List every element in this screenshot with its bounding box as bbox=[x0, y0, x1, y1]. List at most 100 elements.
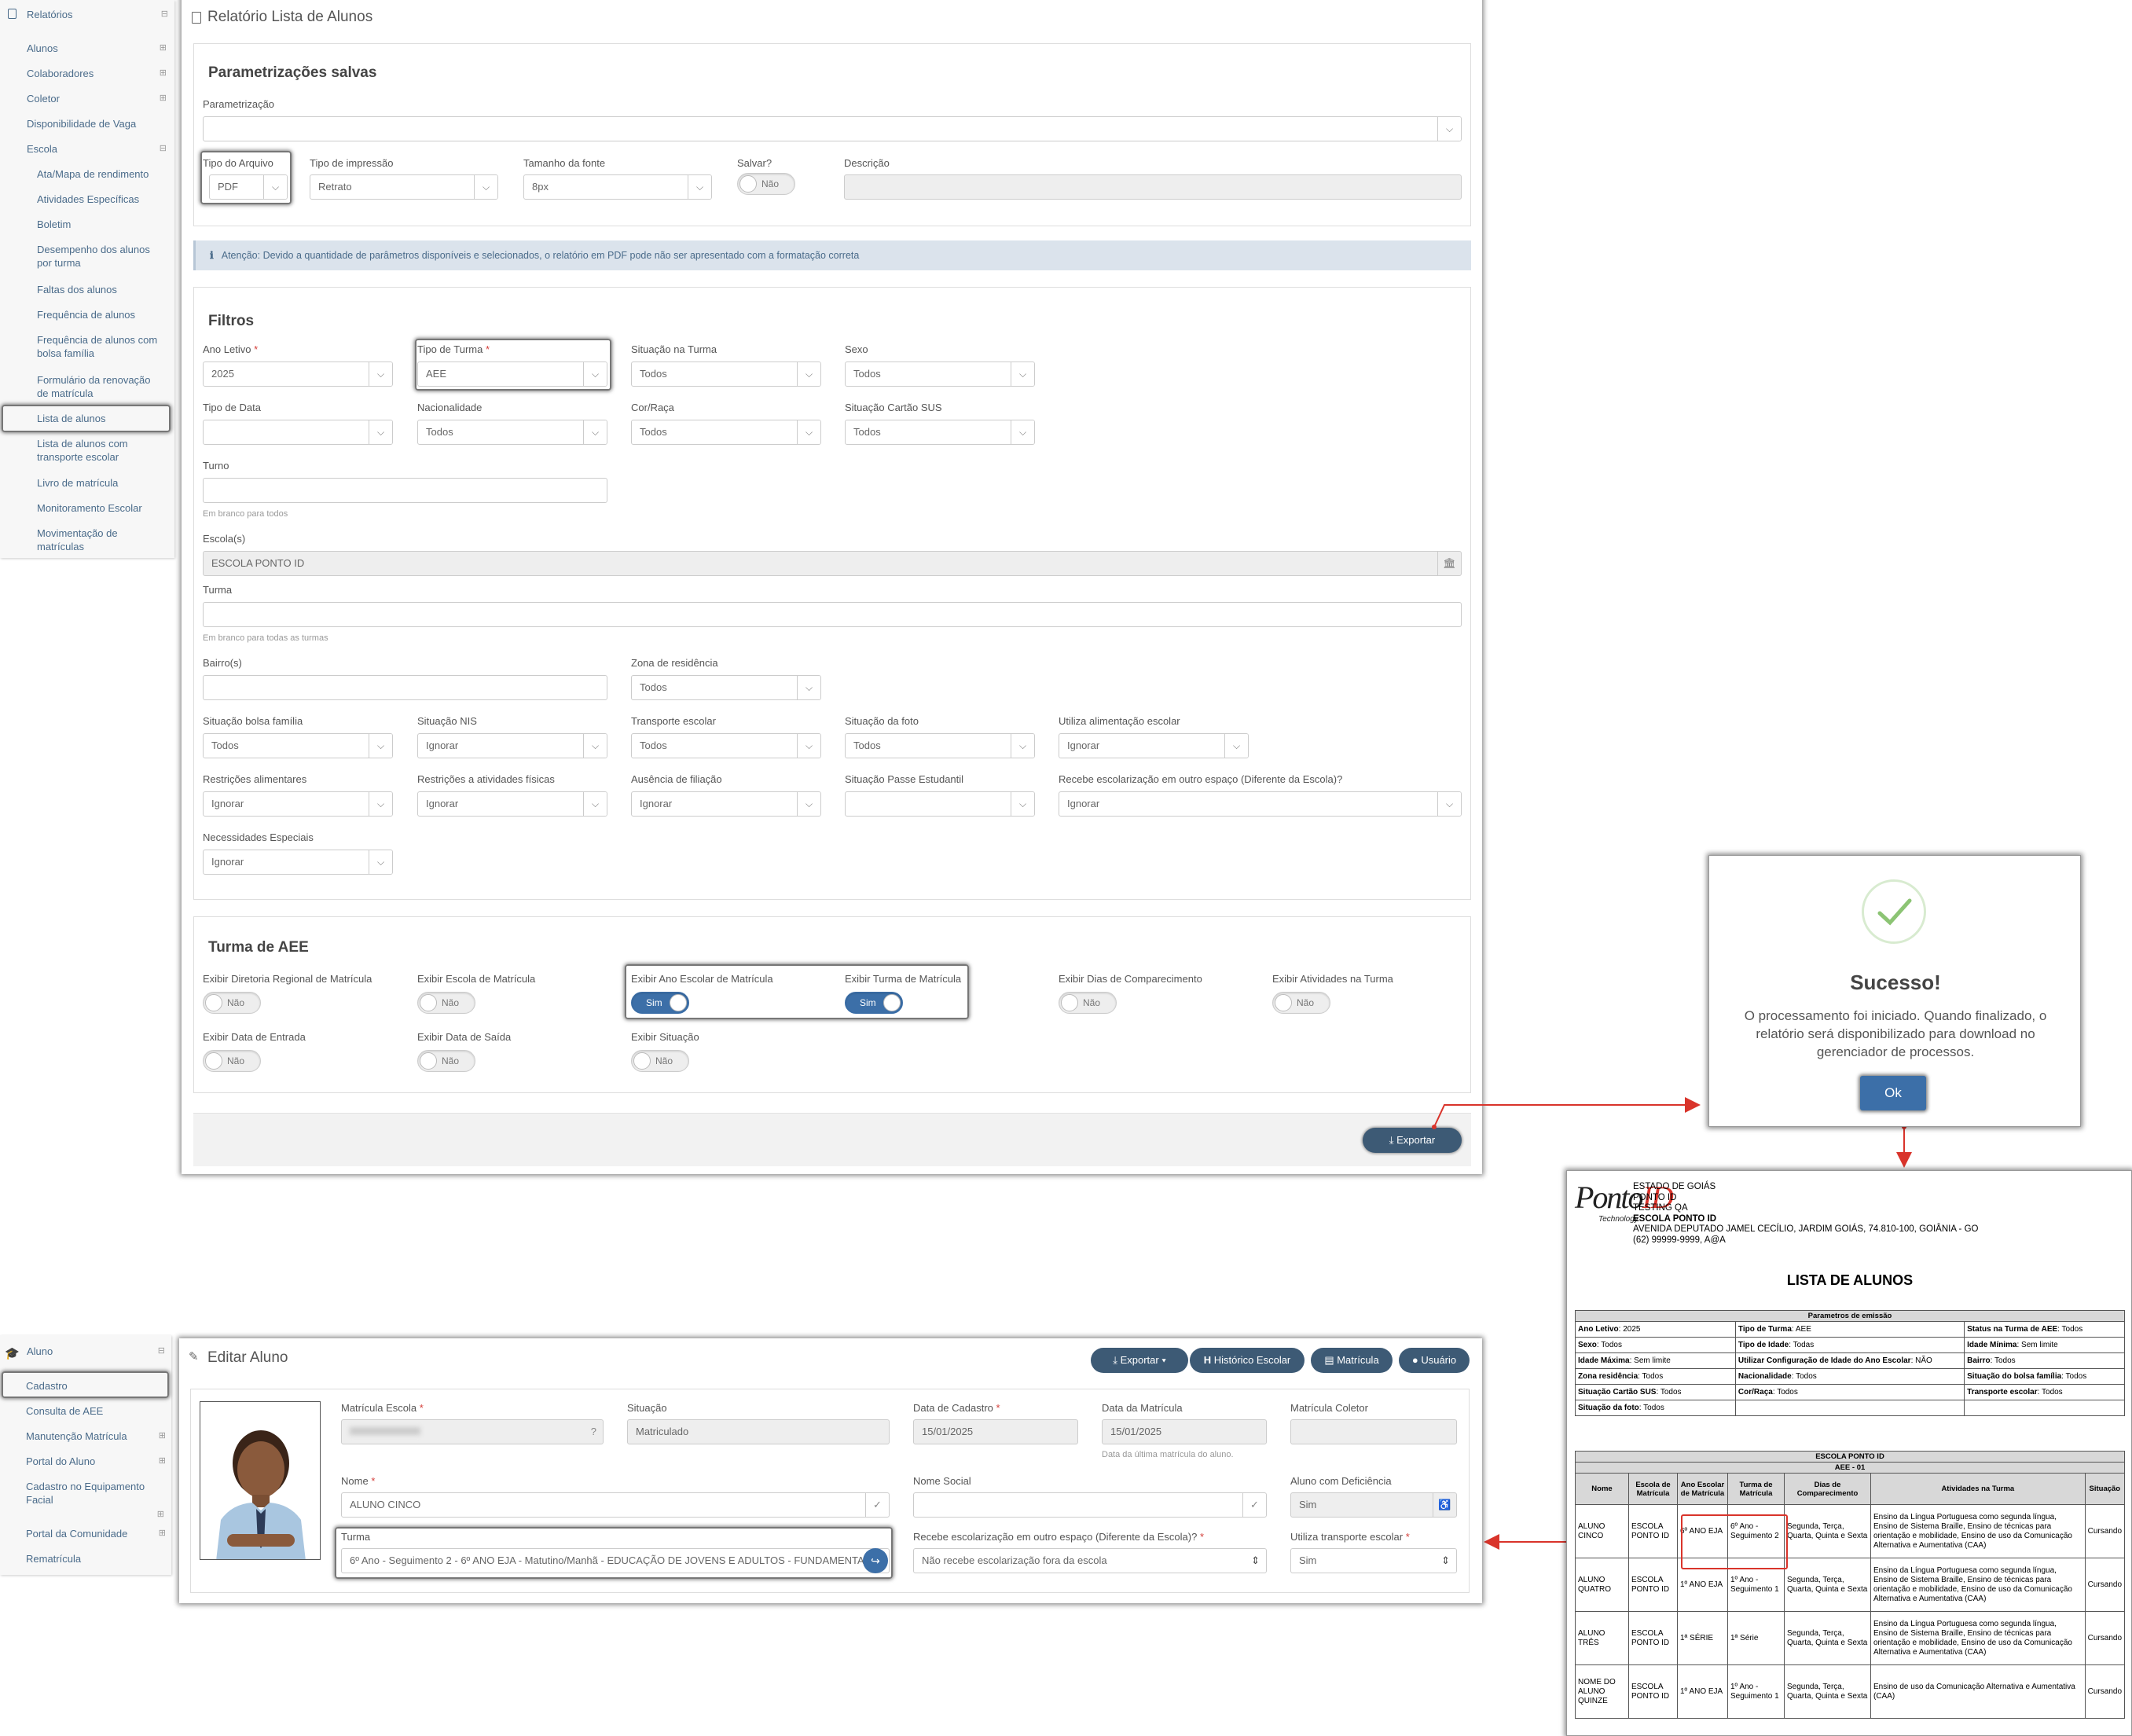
wheelchair-icon[interactable]: ♿ bbox=[1433, 1493, 1456, 1517]
param-cell: Situação Cartão SUS: Todos bbox=[1575, 1384, 1736, 1400]
student-sidebar: 🎓 Aluno ⊟ Cadastro Consulta de AEE Manute… bbox=[0, 1335, 171, 1575]
data-matricula-label: Data da Matrícula bbox=[1102, 1402, 1183, 1414]
share-icon[interactable]: ↪ bbox=[863, 1548, 888, 1573]
modal-title: Sucesso! bbox=[1850, 971, 1941, 994]
table-row: ALUNO CINCO ESCOLA PONTO ID 6º ANO EJA 6º A… bbox=[1575, 1504, 2126, 1558]
deficiencia-label: Aluno com Deficiência bbox=[1290, 1475, 1392, 1487]
params-title: Parametros de emissão bbox=[1575, 1310, 2125, 1322]
table-cell: Segunda, Terça, Quarta, Quinta e Sexta bbox=[1784, 1611, 1871, 1665]
param-cell: Tipo de Turma: AEE bbox=[1734, 1321, 1965, 1338]
header-line: ESTADO DE GOIÁS bbox=[1633, 1182, 1716, 1191]
param-cell: Idade Mínima: Sem limite bbox=[1964, 1337, 2125, 1353]
sidebar-root-aluno[interactable]: Aluno ⊟ bbox=[27, 1345, 165, 1358]
sidebar-item-facial[interactable]: Cadastro no Equipamento Facial bbox=[26, 1480, 160, 1507]
report-header: ESTADO DE GOIÁS PONTO ID TESTING QA ESCO… bbox=[1633, 1182, 1978, 1246]
highlight-report-cells bbox=[1681, 1514, 1788, 1569]
table-cell: ALUNO TRÊS bbox=[1575, 1611, 1629, 1665]
success-modal: Sucesso! O processamento foi iniciado. Q… bbox=[1708, 855, 2081, 1127]
param-cell: Utilizar Configuração de Idade do Ano Es… bbox=[1734, 1352, 1965, 1369]
class-row: AEE - 01 bbox=[1575, 1462, 2125, 1474]
table-cell: Segunda, Terça, Quarta, Quinta e Sexta bbox=[1784, 1664, 1871, 1719]
deficiencia-input[interactable]: Sim ♿ bbox=[1290, 1492, 1457, 1518]
nome-input[interactable]: ALUNO CINCO ✓ bbox=[341, 1492, 890, 1518]
h-icon: H bbox=[1203, 1354, 1214, 1366]
student-photo bbox=[200, 1401, 321, 1560]
transporte-edit-label: Utiliza transporte escolar * bbox=[1290, 1531, 1410, 1543]
matricula-button[interactable]: ▤ Matrícula bbox=[1311, 1348, 1393, 1373]
report-title: LISTA DE ALUNOS bbox=[1786, 1272, 1914, 1288]
edit-export-button[interactable]: ⤓ Exportar ▾ bbox=[1091, 1348, 1188, 1373]
table-cell: ALUNO QUATRO bbox=[1575, 1558, 1629, 1612]
data-matricula-input[interactable]: 15/01/2025 bbox=[1102, 1419, 1267, 1444]
caret-down-icon: ▾ bbox=[1158, 1354, 1166, 1366]
help-icon[interactable]: ? bbox=[591, 1420, 596, 1444]
students-table: ESCOLA PONTO ID AEE - 01 Nome Escola de … bbox=[1575, 1451, 2126, 1719]
param-cell: Status na Turma de AEE: Todos bbox=[1964, 1321, 2125, 1338]
param-cell: Nacionalidade: Todos bbox=[1734, 1368, 1965, 1385]
table-cell: Cursando bbox=[2084, 1611, 2126, 1665]
report-pdf-preview: PontoID Technology ESTADO DE GOIÁS PONTO… bbox=[1566, 1170, 2132, 1736]
matricula-coletor-input[interactable] bbox=[1290, 1419, 1457, 1444]
sidebar-item-manutencao[interactable]: Manutenção Matrícula ⊞ bbox=[26, 1430, 166, 1443]
sidebar-item-portal-comunidade[interactable]: Portal da Comunidade ⊞ bbox=[26, 1527, 166, 1540]
updown-icon: ⇕ bbox=[1251, 1554, 1260, 1566]
data-cadastro-input[interactable]: 15/01/2025 bbox=[913, 1419, 1078, 1444]
table-cell: Segunda, Terça, Quarta, Quinta e Sexta bbox=[1784, 1504, 1871, 1558]
download-icon: ⤓ bbox=[1113, 1354, 1121, 1366]
col-situacao: Situação bbox=[2084, 1473, 2126, 1505]
matricula-escola-input[interactable]: ? bbox=[341, 1419, 604, 1444]
param-cell: Situação do bolsa família: Todos bbox=[1964, 1368, 2125, 1385]
col-dias: Dias de Comparecimento bbox=[1784, 1473, 1871, 1505]
table-cell: Ensino da Língua Portuguesa como segunda… bbox=[1870, 1611, 2086, 1665]
edit-icon: ✎ bbox=[189, 1350, 199, 1363]
header-line: (62) 99999-9999, A@A bbox=[1633, 1235, 1726, 1245]
col-atividades: Atividades na Turma bbox=[1870, 1473, 2086, 1505]
table-cell: Cursando bbox=[2084, 1664, 2126, 1719]
outro-espaco-edit-select[interactable]: Não recebe escolarização fora da escola ⇕ bbox=[913, 1548, 1267, 1573]
modal-ok-button[interactable]: Ok bbox=[1860, 1076, 1926, 1110]
param-cell: Zona residência: Todos bbox=[1575, 1368, 1736, 1385]
param-cell: Ano Letivo: 2025 bbox=[1575, 1321, 1736, 1338]
param-cell: Tipo de Idade: Todas bbox=[1734, 1337, 1965, 1353]
file-icon: ▤ bbox=[1324, 1354, 1338, 1366]
sidebar-item-rematricula[interactable]: Rematrícula bbox=[26, 1552, 160, 1565]
historico-button[interactable]: H Histórico Escolar bbox=[1190, 1348, 1305, 1373]
table-cell: Cursando bbox=[2084, 1504, 2126, 1558]
table-row: ALUNO TRÊS ESCOLA PONTO ID 1ª SÉRIE 1ª Séri… bbox=[1575, 1611, 2126, 1665]
param-cell: Transporte escolar: Todos bbox=[1964, 1384, 2125, 1400]
sidebar-item-consulta-aee[interactable]: Consulta de AEE bbox=[26, 1404, 160, 1418]
edit-student-panel: ✎ Editar Aluno ⤓ Exportar ▾ H Histórico … bbox=[179, 1338, 1482, 1603]
header-line: PONTO ID bbox=[1633, 1192, 1677, 1202]
matricula-escola-label: Matrícula Escola * bbox=[341, 1402, 424, 1414]
usuario-button[interactable]: ● Usuário bbox=[1399, 1348, 1470, 1373]
situacao-input[interactable]: Matriculado bbox=[627, 1419, 890, 1444]
col-ano-escolar: Ano Escolar de Matrícula bbox=[1677, 1473, 1728, 1505]
updown-icon: ⇕ bbox=[1441, 1554, 1450, 1566]
header-line: ESCOLA PONTO ID bbox=[1633, 1213, 1717, 1224]
table-cell: Ensino de uso da Comunicação Alternativa… bbox=[1870, 1664, 2086, 1719]
table-cell: Ensino da Língua Portuguesa como segunda… bbox=[1870, 1558, 2086, 1612]
header-line: TESTING QA bbox=[1633, 1203, 1688, 1213]
outro-espaco-edit-label: Recebe escolarização em outro espaço (Di… bbox=[913, 1531, 1204, 1543]
school-row: ESCOLA PONTO ID bbox=[1575, 1451, 2125, 1463]
situacao-label: Situação bbox=[627, 1402, 667, 1414]
user-icon: ● bbox=[1411, 1354, 1422, 1366]
sidebar-item-cadastro[interactable]: Cadastro bbox=[26, 1379, 160, 1393]
transporte-edit-select[interactable]: Sim ⇕ bbox=[1290, 1548, 1457, 1573]
table-cell: NOME DO ALUNO QUINZE bbox=[1575, 1664, 1629, 1719]
param-cell bbox=[1734, 1400, 1965, 1416]
table-cell: Cursando bbox=[2084, 1558, 2126, 1612]
col-nome: Nome bbox=[1575, 1473, 1629, 1505]
param-cell: Cor/Raça: Todos bbox=[1734, 1384, 1965, 1400]
table-cell: 1ª Série bbox=[1727, 1611, 1785, 1665]
col-turma: Turma de Matrícula bbox=[1727, 1473, 1785, 1505]
turma-input[interactable]: 6º Ano - Seguimento 2 - 6º ANO EJA - Mat… bbox=[341, 1548, 890, 1573]
sidebar-item-portal-aluno[interactable]: Portal do Aluno ⊞ bbox=[26, 1455, 166, 1468]
nome-social-input[interactable]: ✓ bbox=[913, 1492, 1267, 1518]
turma-label: Turma bbox=[341, 1531, 371, 1543]
table-cell: ESCOLA PONTO ID bbox=[1628, 1664, 1678, 1719]
table-cell: ESCOLA PONTO ID bbox=[1628, 1611, 1678, 1665]
header-line: AVENIDA DEPUTADO JAMEL CECÍLIO, JARDIM G… bbox=[1633, 1224, 1979, 1234]
param-cell: Bairro: Todos bbox=[1964, 1352, 2125, 1369]
col-escola: Escola de Matrícula bbox=[1628, 1473, 1678, 1505]
